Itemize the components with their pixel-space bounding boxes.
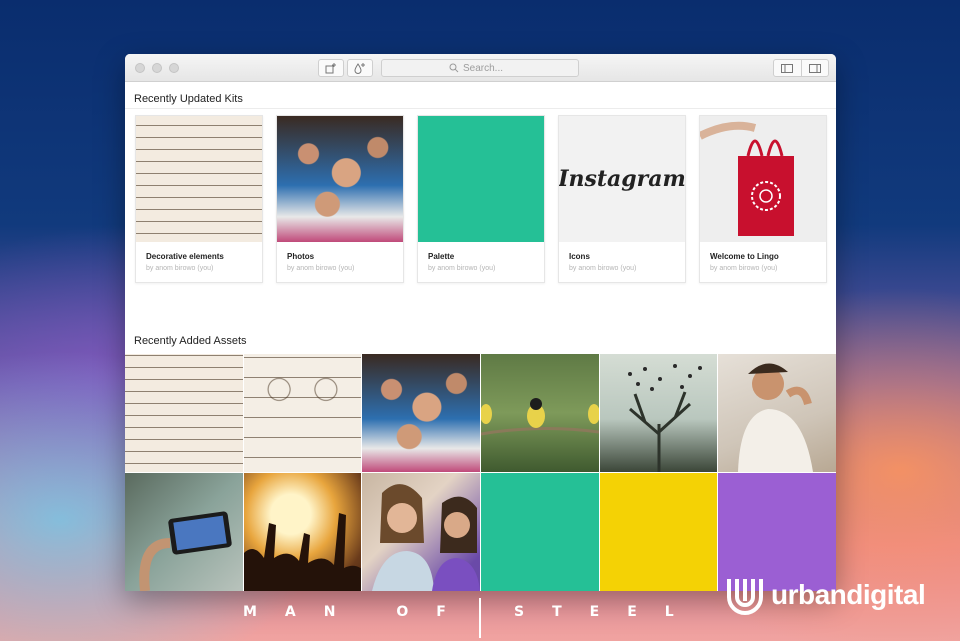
assets-section-title: Recently Added Assets: [134, 335, 247, 347]
tote-bag-image: [700, 121, 794, 236]
kit-thumbnail: [277, 116, 403, 242]
kit-name: Photos: [287, 252, 315, 261]
kit-author: by anom birowo (you): [710, 265, 778, 272]
caption-right: STEEL: [514, 604, 702, 620]
asset-color-swatch[interactable]: [599, 473, 718, 591]
kit-card[interactable]: Photos by anom birowo (you): [276, 115, 404, 283]
asset-tile[interactable]: [480, 354, 599, 472]
sidebar-right-icon: [808, 63, 821, 73]
kit-card[interactable]: Palette by anom birowo (you): [417, 115, 545, 283]
zoom-window-button[interactable]: [169, 63, 179, 73]
view-toggle: [773, 59, 829, 77]
kit-name: Icons: [569, 252, 590, 261]
flock-image: [627, 364, 702, 472]
birds-image: [480, 398, 599, 436]
app-window: Recently Updated Kits Decorative element…: [125, 54, 836, 591]
kits-section-title: Recently Updated Kits: [134, 93, 243, 105]
asset-tile[interactable]: [125, 473, 243, 591]
asset-color-swatch[interactable]: [718, 473, 836, 591]
shouting-man-image: [738, 363, 814, 472]
add-window-icon: [325, 62, 336, 73]
show-left-sidebar-button[interactable]: [774, 60, 801, 76]
search-input[interactable]: [463, 62, 511, 74]
close-window-button[interactable]: [135, 63, 145, 73]
kit-name: Welcome to Lingo: [710, 252, 779, 261]
caption-left: MAN OF: [243, 604, 474, 620]
asset-color-swatch[interactable]: [480, 473, 599, 591]
brand-watermark: urbandigital: [725, 575, 926, 615]
kit-thumbnail: [136, 116, 262, 242]
kit-card[interactable]: Decorative elements by anom birowo (you): [135, 115, 263, 283]
kit-thumbnail: [700, 116, 826, 242]
asset-tile[interactable]: [362, 473, 480, 591]
kit-author: by anom birowo (you): [287, 265, 355, 272]
concert-image: [243, 513, 362, 591]
sidebar-left-icon: [781, 63, 794, 73]
assets-grid: [125, 354, 836, 591]
asset-tile[interactable]: [125, 354, 243, 472]
kit-thumbnail: [418, 116, 544, 242]
titlebar: [125, 54, 836, 82]
kit-name: Decorative elements: [146, 252, 224, 261]
search-icon: [449, 63, 459, 73]
kit-card[interactable]: Instagram Icons by anom birowo (you): [558, 115, 686, 283]
asset-tile[interactable]: [599, 354, 718, 472]
kit-author: by anom birowo (you): [146, 265, 214, 272]
add-kit-button[interactable]: [318, 59, 344, 77]
urbandigital-logo-icon: [727, 579, 763, 615]
search-field[interactable]: [381, 59, 579, 77]
asset-tile[interactable]: [243, 354, 362, 472]
asset-tile[interactable]: [243, 473, 362, 591]
kit-thumbnail: Instagram: [559, 116, 685, 242]
girls-image: [372, 484, 480, 591]
add-color-button[interactable]: [347, 59, 373, 77]
instagram-wordmark: Instagram: [559, 166, 685, 192]
kit-author: by anom birowo (you): [428, 265, 496, 272]
asset-tile[interactable]: [718, 354, 836, 472]
phone-photo-image: [139, 511, 232, 591]
show-right-sidebar-button[interactable]: [800, 60, 829, 76]
kit-author: by anom birowo (you): [569, 265, 637, 272]
minimize-window-button[interactable]: [152, 63, 162, 73]
kit-name: Palette: [428, 252, 455, 261]
brand-name: urbandigital: [771, 579, 926, 610]
caption-divider: [479, 598, 481, 638]
add-drop-icon: [354, 62, 365, 74]
asset-tile[interactable]: [362, 354, 480, 472]
window-controls: [135, 63, 179, 73]
kit-card[interactable]: Welcome to Lingo by anom birowo (you): [699, 115, 827, 283]
kits-row: Decorative elements by anom birowo (you)…: [125, 108, 836, 314]
